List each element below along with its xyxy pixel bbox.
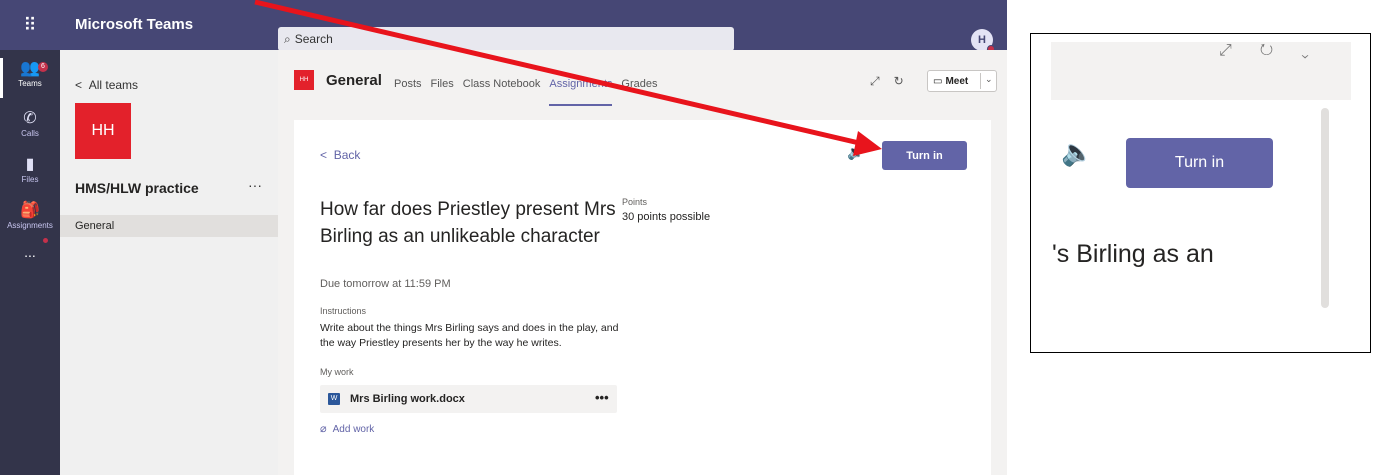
expand-icon[interactable]: ⤢ bbox=[870, 74, 880, 89]
zoom-text-fragment: 's Birling as an bbox=[1052, 240, 1214, 268]
turn-in-button[interactable]: Turn in bbox=[882, 141, 967, 170]
back-button[interactable]: < Back bbox=[320, 148, 360, 162]
video-icon: ▭ bbox=[933, 75, 943, 87]
immersive-reader-icon[interactable]: 🔈 bbox=[847, 144, 864, 161]
all-teams-label: All teams bbox=[88, 78, 139, 92]
all-teams-link[interactable]: < All teams bbox=[75, 78, 138, 92]
calls-icon: ✆ bbox=[23, 110, 37, 127]
add-work-label: Add work bbox=[332, 424, 375, 435]
teams-icon: 👥 bbox=[20, 60, 40, 77]
points-value: 30 points possible bbox=[622, 211, 711, 223]
rail-label-files: Files bbox=[21, 175, 39, 184]
zoom-header-icons: ⤢↻⌄ bbox=[1219, 42, 1337, 59]
notification-badge: 6 bbox=[38, 62, 48, 72]
zoom-card bbox=[1051, 100, 1351, 340]
due-date: Due tomorrow at 11:59 PM bbox=[320, 278, 451, 290]
tab-assignments[interactable]: Assignments bbox=[549, 78, 613, 106]
search-placeholder: Search bbox=[294, 32, 333, 46]
zoom-turn-in-button: Turn in bbox=[1126, 138, 1273, 188]
assignment-title: How far does Priestley present Mrs Birli… bbox=[320, 199, 616, 247]
tab-files[interactable]: Files bbox=[431, 78, 454, 106]
channel-general[interactable]: General bbox=[60, 215, 278, 237]
tab-class-notebook[interactable]: Class Notebook bbox=[463, 78, 541, 106]
meet-button[interactable]: ▭ Meet ⌄ bbox=[927, 70, 997, 92]
avatar-initials: H bbox=[978, 34, 986, 46]
channel-header: HH General Posts Files Class Notebook As… bbox=[278, 50, 1007, 118]
team-more-button[interactable]: ··· bbox=[248, 177, 262, 193]
zoom-scrollbar bbox=[1321, 108, 1329, 308]
app-rail: 👥 Teams 6 ✆ Calls ▮ Files 🎒 Assignments … bbox=[0, 50, 60, 475]
paperclip-icon: ⌀ bbox=[320, 423, 327, 435]
chevron-left-icon: < bbox=[75, 78, 89, 92]
tab-posts[interactable]: Posts bbox=[394, 78, 422, 106]
rail-label-calls: Calls bbox=[21, 129, 39, 138]
files-icon: ▮ bbox=[25, 156, 35, 173]
team-panel: < All teams HH HMS/HLW practice ··· Gene… bbox=[60, 50, 278, 475]
file-more-button[interactable]: ••• bbox=[595, 390, 609, 405]
tab-grades[interactable]: Grades bbox=[621, 78, 657, 106]
meet-divider bbox=[980, 73, 981, 89]
file-name: Mrs Birling work.docx bbox=[350, 393, 465, 405]
top-bar: ⠿ Microsoft Teams ⌕ Search H bbox=[0, 0, 1007, 53]
rail-item-calls[interactable]: ✆ Calls bbox=[0, 108, 60, 138]
chevron-left-icon: < bbox=[320, 148, 334, 162]
app-title: Microsoft Teams bbox=[75, 16, 194, 33]
rail-item-files[interactable]: ▮ Files bbox=[0, 154, 60, 184]
avatar[interactable]: H bbox=[971, 29, 995, 53]
word-doc-icon: W bbox=[328, 393, 340, 405]
rail-item-teams[interactable]: 👥 Teams bbox=[0, 58, 60, 98]
search-icon: ⌕ bbox=[284, 31, 291, 46]
my-work-label: My work bbox=[320, 367, 354, 377]
instructions-text: Write about the things Mrs Birling says … bbox=[320, 322, 619, 349]
assignment-card: < Back 🔈 Turn in How far does Priestley … bbox=[294, 120, 991, 475]
channel-title: General bbox=[326, 72, 382, 89]
teams-window: ⠿ Microsoft Teams ⌕ Search H 👥 Teams 6 ✆… bbox=[0, 0, 1007, 475]
rail-label-teams: Teams bbox=[18, 79, 42, 88]
channel-tabs: Posts Files Class Notebook Assignments G… bbox=[394, 78, 657, 106]
back-label: Back bbox=[333, 148, 361, 162]
team-avatar: HH bbox=[75, 103, 131, 159]
add-work-button[interactable]: ⌀ Add work bbox=[320, 422, 374, 435]
assignments-icon: 🎒 bbox=[20, 202, 40, 219]
points-label: Points bbox=[622, 197, 648, 207]
more-icon: ... bbox=[24, 244, 36, 260]
zoom-immersive-reader-icon: 🔈 bbox=[1061, 137, 1094, 167]
app-launcher-icon[interactable]: ⠿ bbox=[0, 0, 60, 50]
chevron-down-icon[interactable]: ⌄ bbox=[985, 74, 993, 85]
team-name: HMS/HLW practice bbox=[75, 180, 199, 196]
channel-team-avatar: HH bbox=[294, 70, 314, 90]
search-input[interactable]: ⌕ Search bbox=[278, 27, 734, 51]
assignments-dot bbox=[43, 238, 48, 243]
zoom-header-strip: ⤢↻⌄ bbox=[1051, 42, 1351, 100]
refresh-icon[interactable]: ↻ bbox=[894, 74, 904, 89]
meet-label: Meet bbox=[945, 75, 969, 87]
rail-label-assignments: Assignments bbox=[7, 221, 53, 230]
rail-item-more[interactable]: ... bbox=[0, 244, 60, 260]
rail-item-assignments[interactable]: 🎒 Assignments bbox=[0, 200, 60, 230]
instructions-label: Instructions bbox=[320, 306, 367, 316]
header-icons: ⤢ ↻ bbox=[870, 74, 904, 89]
attached-file[interactable]: W Mrs Birling work.docx ••• bbox=[320, 385, 617, 413]
zoom-inset: ⤢↻⌄ 🔈 Turn in 's Birling as an bbox=[1030, 33, 1371, 353]
